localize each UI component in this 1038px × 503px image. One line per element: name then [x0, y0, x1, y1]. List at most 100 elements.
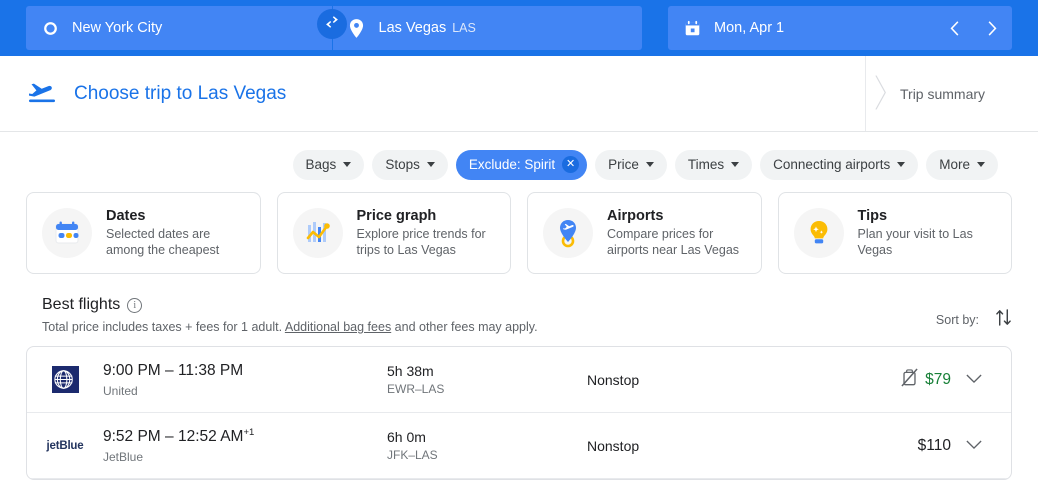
date-navigation — [944, 17, 1012, 39]
close-icon[interactable]: ✕ — [562, 156, 580, 173]
jetblue-wordmark-logo: jetBlue — [43, 440, 87, 452]
previous-date-button[interactable] — [944, 17, 966, 39]
trip-summary-tab[interactable]: Trip summary — [866, 56, 1038, 131]
info-card-title: Tips — [857, 207, 888, 224]
departure-date-field[interactable]: Mon, Apr 1 — [668, 6, 798, 50]
flight-duration-block: 6h 0m JFK–LAS — [387, 429, 587, 462]
filter-chip-times[interactable]: Times — [674, 149, 753, 180]
no-carry-on-bag-icon — [901, 367, 918, 392]
flight-price: $79 — [925, 370, 951, 388]
info-card-title: Dates — [106, 207, 146, 224]
origin-field[interactable]: New York City — [26, 6, 332, 50]
date-field-group: Mon, Apr 1 — [668, 6, 1012, 50]
airport-pin-icon — [543, 208, 593, 258]
page-title: Best flights — [42, 296, 121, 313]
expand-flight-button[interactable] — [951, 437, 997, 455]
flight-times-block: 9:00 PM – 11:38 PM United — [87, 361, 387, 398]
departure-date-value: Mon, Apr 1 — [714, 20, 785, 36]
flight-search-bar: New York City Las Vegas LAS Mon, Apr 1 — [0, 0, 1038, 56]
flight-price-block: $79 — [811, 367, 951, 392]
info-card-price-graph[interactable]: Price graph Explore price trends for tri… — [276, 192, 511, 274]
chevron-down-icon — [343, 162, 352, 167]
filter-chip-more[interactable]: More — [926, 149, 998, 180]
info-card-tips[interactable]: Tips Plan your visit to Las Vegas — [777, 192, 1012, 274]
info-card-text: Dates Selected dates are among the cheap… — [106, 208, 245, 259]
info-card-subtitle: Compare prices for airports near Las Veg… — [607, 226, 740, 258]
flight-results-list: 9:00 PM – 11:38 PM United 5h 38m EWR–LAS… — [26, 346, 1012, 480]
flight-stops: Nonstop — [587, 371, 640, 388]
chevron-right-icon — [874, 74, 888, 112]
calendar-icon — [682, 18, 702, 38]
flight-duration: 6h 0m — [387, 429, 426, 445]
best-flights-title-row: Best flights i — [42, 296, 538, 314]
flight-duration: 5h 38m — [387, 363, 434, 379]
filter-chips-bar: Bags Stops Exclude: Spirit ✕ Price Times… — [0, 132, 1038, 182]
filter-chip-label: Times — [687, 157, 725, 172]
destination-code: LAS — [452, 21, 476, 35]
info-cards-row: Dates Selected dates are among the cheap… — [0, 182, 1038, 274]
flight-price-block: $110 — [811, 437, 951, 455]
choose-trip-tab[interactable]: Choose trip to Las Vegas — [26, 56, 866, 131]
filter-chip-connecting-airports[interactable]: Connecting airports — [760, 149, 919, 180]
filter-chip-label: More — [939, 157, 970, 172]
flight-time-text: 9:52 PM – 12:52 AM — [103, 428, 244, 446]
additional-bag-fees-link[interactable]: Additional bag fees — [285, 320, 391, 334]
info-card-dates[interactable]: Dates Selected dates are among the cheap… — [26, 192, 261, 274]
flight-route: JFK–LAS — [387, 448, 438, 462]
info-card-title: Price graph — [356, 207, 437, 224]
flight-route: EWR–LAS — [387, 382, 445, 396]
chevron-down-icon — [966, 437, 982, 455]
filter-chip-price[interactable]: Price — [595, 149, 667, 180]
chevron-down-icon — [977, 162, 985, 167]
airline-name: United — [103, 383, 138, 398]
swap-origin-destination-button[interactable] — [317, 9, 347, 39]
info-card-subtitle: Plan your visit to Las Vegas — [857, 226, 973, 258]
airline-name: JetBlue — [103, 449, 144, 464]
filter-chip-stops[interactable]: Stops — [372, 149, 448, 180]
flight-times-block: 9:52 PM – 12:52 AM+1 JetBlue — [87, 427, 387, 463]
sort-by-label: Sort by: — [935, 313, 979, 327]
table-row[interactable]: 9:00 PM – 11:38 PM United 5h 38m EWR–LAS… — [27, 347, 1011, 413]
filter-chip-label: Bags — [305, 157, 337, 172]
sort-by-control[interactable]: Sort by: — [936, 308, 1012, 334]
origin-destination-group: New York City Las Vegas LAS — [26, 6, 642, 50]
info-card-subtitle: Explore price trends for trips to Las Ve… — [356, 226, 486, 258]
destination-value: Las Vegas — [378, 20, 447, 36]
calendar-dates-icon — [42, 208, 92, 258]
filter-chip-label: Exclude: Spirit — [468, 157, 556, 172]
jetblue-logo-text: jetBlue — [46, 439, 84, 452]
filter-chip-bags[interactable]: Bags — [292, 149, 365, 180]
info-icon[interactable]: i — [127, 297, 143, 313]
disclaimer-text-before: Total price includes taxes + fees for 1 … — [42, 320, 285, 334]
flight-price: $110 — [917, 436, 951, 454]
united-globe-logo — [43, 366, 87, 393]
lightbulb-icon — [793, 208, 844, 258]
next-date-button[interactable] — [980, 17, 1002, 39]
chevron-down-icon — [426, 162, 435, 167]
flight-stops: Nonstop — [587, 437, 640, 454]
info-card-airports[interactable]: Airports Compare prices for airports nea… — [527, 192, 762, 274]
price-disclaimer: Total price includes taxes + fees for 1 … — [42, 320, 538, 334]
table-row[interactable]: jetBlue 9:52 PM – 12:52 AM+1 JetBlue 6h … — [27, 413, 1011, 479]
info-card-text: Price graph Explore price trends for tri… — [357, 208, 496, 259]
info-card-text: Tips Plan your visit to Las Vegas — [858, 208, 997, 259]
filter-chip-label: Connecting airports — [773, 157, 891, 172]
plane-takeoff-icon — [26, 81, 60, 107]
sort-arrows-icon[interactable] — [995, 308, 1012, 332]
best-flights-header: Best flights i Total price includes taxe… — [0, 274, 1038, 334]
choose-trip-title: Choose trip to Las Vegas — [74, 82, 287, 104]
day-offset: +1 — [243, 427, 255, 439]
destination-field[interactable]: Las Vegas LAS — [333, 6, 643, 50]
disclaimer-text-after: and other fees may apply. — [391, 320, 538, 334]
flight-time-text: 9:00 PM – 11:38 PM — [103, 362, 244, 380]
expand-flight-button[interactable] — [951, 371, 997, 389]
price-graph-icon — [292, 208, 343, 258]
chevron-down-icon — [645, 162, 654, 167]
chevron-down-icon — [966, 371, 982, 389]
chevron-down-icon — [897, 162, 906, 167]
chevron-down-icon — [731, 162, 740, 167]
trip-summary-label: Trip summary — [900, 85, 986, 102]
origin-circle-icon — [40, 18, 60, 38]
best-flights-heading-block: Best flights i Total price includes taxe… — [42, 296, 538, 334]
filter-chip-exclude-spirit[interactable]: Exclude: Spirit ✕ — [455, 149, 588, 180]
